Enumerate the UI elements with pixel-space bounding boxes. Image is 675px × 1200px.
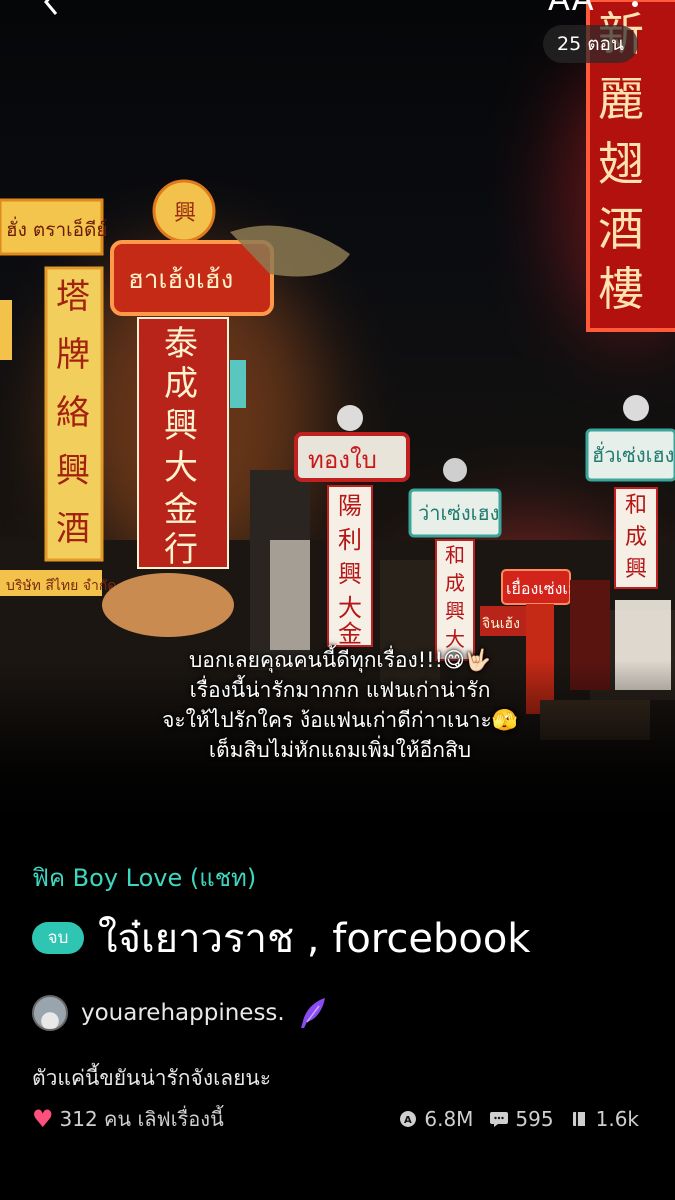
blurb-line: เรื่องนี้น่ารักมากกก แฟนเก่าน่ารัก <box>189 678 491 702</box>
author-avatar[interactable] <box>32 995 68 1031</box>
story-genre-link[interactable]: ฟิค Boy Love (แชท) <box>32 858 256 897</box>
svg-text:和: 和 <box>445 543 465 567</box>
blurb-line: จะให้ไปรักใคร ง้อแฟนเก่าดีก่าาเนาะ🫣 <box>162 708 518 732</box>
like-count[interactable]: ♥ 312 คน เลิฟเรื่องนี้ <box>32 1103 224 1135</box>
story-stats: ♥ 312 คน เลิฟเรื่องนี้ A 6.8M 595 1.6k <box>32 1104 639 1134</box>
svg-text:塔: 塔 <box>56 277 90 317</box>
svg-text:樓: 樓 <box>598 262 644 316</box>
svg-text:興: 興 <box>174 201 196 226</box>
svg-text:จินเฮ้ง: จินเฮ้ง <box>482 616 520 632</box>
svg-text:成: 成 <box>625 525 647 550</box>
svg-text:酒: 酒 <box>56 509 90 549</box>
svg-text:翅: 翅 <box>598 137 644 191</box>
svg-text:利: 利 <box>338 526 362 554</box>
svg-text:ฮั่ง ตราเอ็ดีย์: ฮั่ง ตราเอ็ดีย์ <box>6 216 108 241</box>
svg-text:興: 興 <box>338 560 362 588</box>
library-count: 1.6k <box>570 1107 639 1131</box>
completed-badge: จบ <box>32 922 84 954</box>
story-title: ใจ๋เยาวราช , forcebook <box>98 916 531 962</box>
story-description: ตัวแค่นี้ขยันน่ารักจังเลยนะ <box>32 1066 272 1090</box>
more-options-button[interactable] <box>625 0 645 30</box>
svg-text:ทองใบ: ทองใบ <box>308 446 377 474</box>
svg-text:興: 興 <box>625 557 647 582</box>
svg-text:興: 興 <box>445 599 465 623</box>
svg-text:ฮั่วเซ่งเฮง: ฮั่วเซ่งเฮง <box>592 441 674 467</box>
svg-text:金: 金 <box>338 620 362 648</box>
svg-text:A: A <box>404 1115 412 1126</box>
quill-feather-icon <box>300 998 325 1028</box>
view-count: A 6.8M <box>398 1107 473 1131</box>
svg-text:陽: 陽 <box>338 492 362 520</box>
svg-text:酒: 酒 <box>598 202 644 256</box>
chevron-left-icon <box>44 0 58 15</box>
views-icon: A <box>400 1111 417 1127</box>
svg-text:金: 金 <box>164 490 198 530</box>
svg-text:บริษัท สีไทย จำกัด: บริษัท สีไทย จำกัด <box>6 577 116 594</box>
svg-text:大: 大 <box>338 594 362 622</box>
book-icon <box>572 1112 585 1126</box>
comment-count-value: 595 <box>515 1107 554 1131</box>
svg-text:興: 興 <box>56 451 90 491</box>
like-count-label: 312 คน เลิฟเรื่องนี้ <box>59 1107 224 1131</box>
font-size-button[interactable]: AA <box>548 0 595 18</box>
svg-text:絡: 絡 <box>56 393 90 433</box>
svg-text:大: 大 <box>164 448 198 488</box>
svg-text:和: 和 <box>625 493 647 518</box>
author-name[interactable]: youarehappiness. <box>81 1000 285 1026</box>
blurb-line: เต็มสิบไม่หักแถมเพิ่มให้อีกสิบ <box>208 738 472 762</box>
svg-text:ว่าเซ่งเฮง: ว่าเซ่งเฮง <box>418 501 499 525</box>
cover-blurb: บอกเลยคุณคนนี้ดีทุกเรื่อง!!!😋🤟🏻 เรื่องนี… <box>80 645 600 765</box>
svg-text:成: 成 <box>164 364 198 404</box>
back-button[interactable] <box>32 0 72 22</box>
episode-count-badge: 25 ตอน <box>543 25 638 63</box>
view-count-value: 6.8M <box>424 1107 474 1131</box>
svg-text:行: 行 <box>164 530 198 570</box>
author-row[interactable]: youarehappiness. <box>32 993 329 1033</box>
heart-icon: ♥ <box>32 1105 54 1133</box>
svg-text:牌: 牌 <box>56 335 90 375</box>
library-count-value: 1.6k <box>595 1107 639 1131</box>
reader-top-bar: AA 25 ตอน <box>0 0 675 63</box>
svg-text:泰: 泰 <box>164 324 198 364</box>
story-title-row: จบ ใจ๋เยาวราช , forcebook <box>32 910 530 966</box>
svg-text:ฮาเฮ้งเฮ้ง: ฮาเฮ้งเฮ้ง <box>128 265 233 295</box>
svg-text:麗: 麗 <box>598 72 644 126</box>
comment-count: 595 <box>489 1107 554 1131</box>
svg-text:興: 興 <box>164 406 198 446</box>
blurb-line: บอกเลยคุณคนนี้ดีทุกเรื่อง!!!😋🤟🏻 <box>188 648 492 672</box>
svg-text:成: 成 <box>445 571 465 595</box>
more-vertical-icon <box>632 1 638 7</box>
comment-icon <box>490 1112 509 1127</box>
